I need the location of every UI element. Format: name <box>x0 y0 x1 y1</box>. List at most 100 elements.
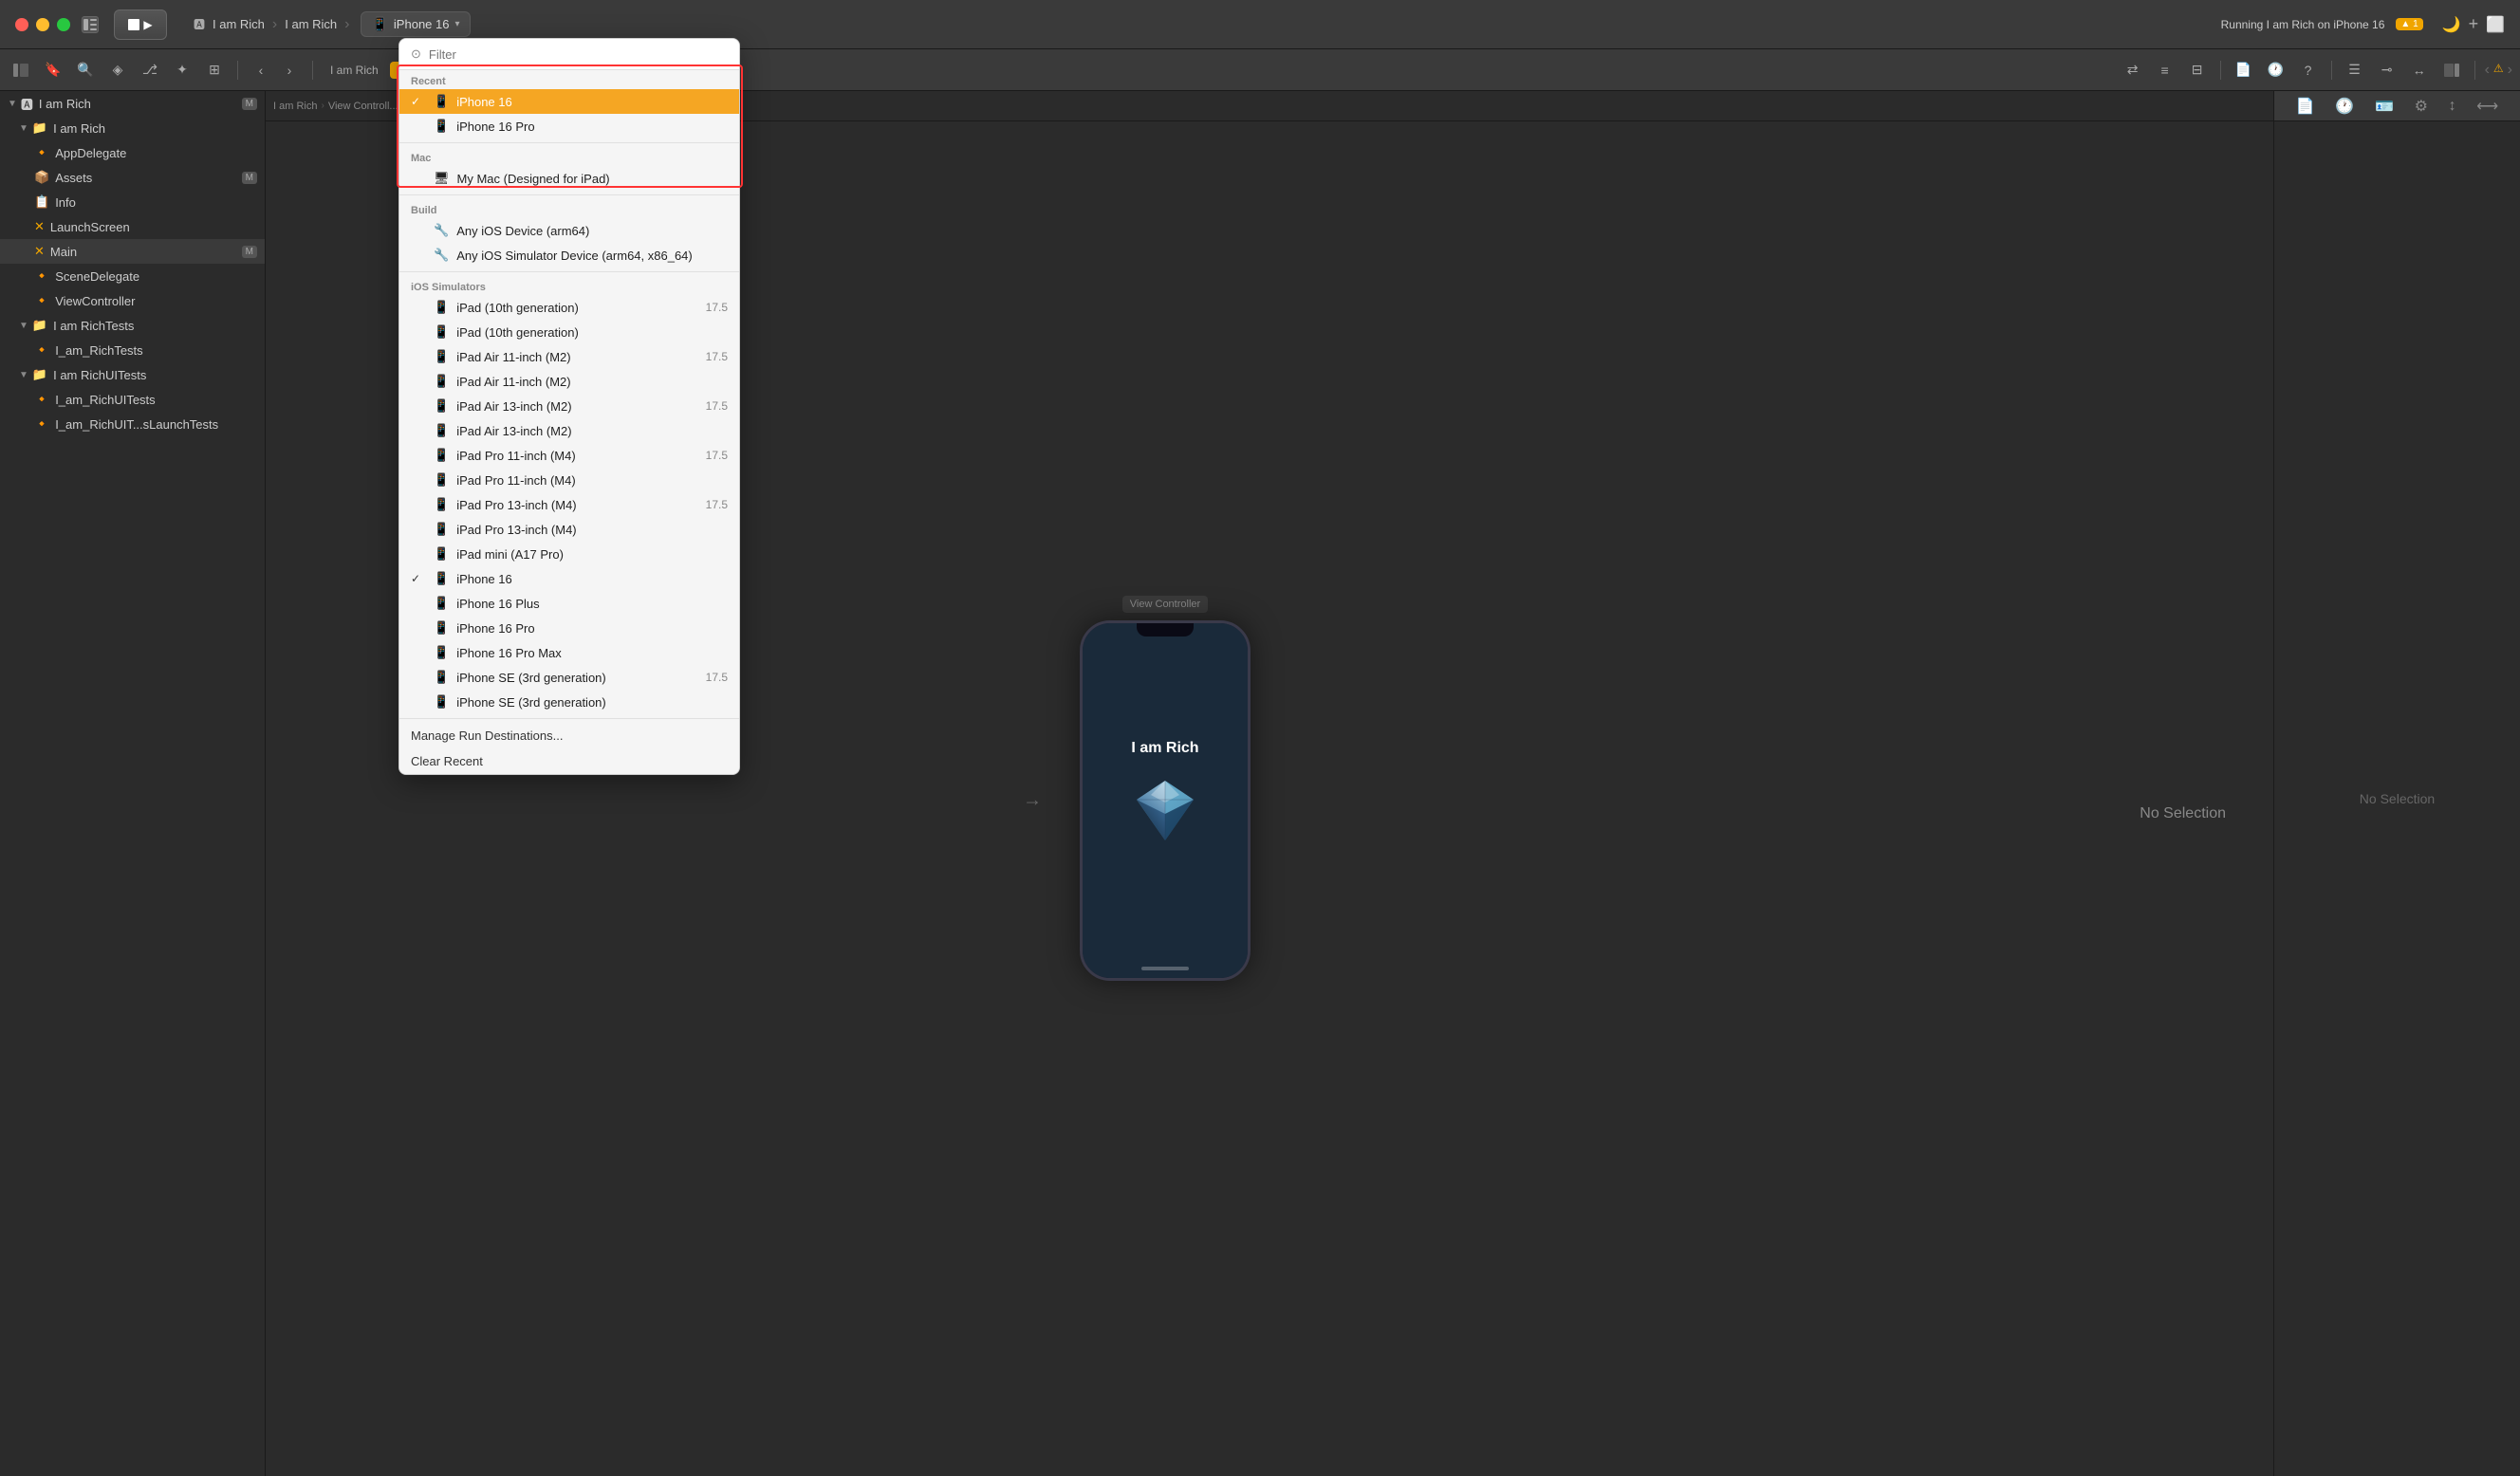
sidebar-toggle-button[interactable] <box>82 16 99 33</box>
phone-with-arrow: → I am Rich <box>1080 620 1251 981</box>
dropdown-item-iphone16-recent[interactable]: ✓ 📱 iPhone 16 <box>399 89 739 114</box>
dropdown-iphone16pro-sim[interactable]: 📱 iPhone 16 Pro <box>399 616 739 640</box>
inspector-size-icon[interactable]: ↕ <box>2449 98 2456 115</box>
dropdown-iphone16-sim[interactable]: ✓ 📱 iPhone 16 <box>399 566 739 591</box>
phone-app-title: I am Rich <box>1131 740 1198 757</box>
search-icon[interactable]: 🔍 <box>72 57 99 83</box>
sidebar-item-launch-tests[interactable]: 🔸 I_am_RichUIT...sLaunchTests <box>0 412 265 436</box>
warning-icon[interactable]: ⚠ <box>2493 62 2504 79</box>
sidebar-item-uitests-file[interactable]: 🔸 I_am_RichUITests <box>0 387 265 412</box>
grid-view-icon[interactable]: ≡ <box>2152 57 2178 83</box>
iphone16plus-icon: 📱 <box>434 596 449 611</box>
close-button[interactable] <box>15 18 28 31</box>
run-stop-button[interactable]: ▶ <box>114 9 167 40</box>
git-icon[interactable]: ⎇ <box>137 57 163 83</box>
sidebar-item-folder-uitests[interactable]: ▼ 📁 I am RichUITests <box>0 362 265 387</box>
mac-icon: 🖥 <box>434 171 450 186</box>
dropdown-iphonese-1[interactable]: 📱 iPhone SE (3rd generation) 17.5 <box>399 665 739 690</box>
inspector-quick-help-icon[interactable]: 🕐 <box>2335 97 2354 116</box>
iphone16-sim-icon: 📱 <box>434 571 449 586</box>
dropdown-ipadpro-13-m4-1[interactable]: 📱 iPad Pro 13-inch (M4) 17.5 <box>399 492 739 517</box>
align-icon[interactable]: ⊸ <box>2374 57 2400 83</box>
assets-badge: M <box>242 172 257 184</box>
app-icon-small: 🅰 <box>194 16 205 32</box>
recent-header: Recent <box>399 70 739 89</box>
list-icon[interactable]: ☰ <box>2342 57 2368 83</box>
sidebar-item-viewcontroller[interactable]: 🔸 ViewController <box>0 288 265 313</box>
dropdown-iphone16plus[interactable]: 📱 iPhone 16 Plus <box>399 591 739 616</box>
inspector-connections-icon[interactable]: ⟷ <box>2476 97 2498 116</box>
running-status-label: Running I am Rich on iPhone 16 <box>2221 18 2385 31</box>
dropdown-ipadpro-11-m4-2[interactable]: 📱 iPad Pro 11-inch (M4) <box>399 468 739 492</box>
divider-3 <box>399 271 739 272</box>
dropdown-ipadair-13-m2-1[interactable]: 📱 iPad Air 13-inch (M2) 17.5 <box>399 394 739 418</box>
tests-arrow: ▼ <box>19 321 28 331</box>
dropdown-ipadmini-a17[interactable]: 📱 iPad mini (A17 Pro) <box>399 542 739 566</box>
dropdown-iphonese-2[interactable]: 📱 iPhone SE (3rd generation) <box>399 690 739 714</box>
hierarchy-icon[interactable]: ⊞ <box>201 57 228 83</box>
dropdown-ipadair-11-m2-1[interactable]: 📱 iPad Air 11-inch (M2) 17.5 <box>399 344 739 369</box>
editor-tab-iamrich[interactable]: I am Rich <box>273 101 317 112</box>
dropdown-ipad-10-1[interactable]: 📱 iPad (10th generation) 17.5 <box>399 295 739 320</box>
dropdown-item-any-ios[interactable]: 🔧 Any iOS Device (arm64) <box>399 218 739 243</box>
filter-input[interactable] <box>429 47 728 62</box>
inspector-identity-icon[interactable]: 🪪 <box>2375 97 2394 116</box>
split-view-icon[interactable]: ⊟ <box>2184 57 2211 83</box>
bookmark-icon[interactable]: 🔖 <box>40 57 66 83</box>
hide-inspector-icon[interactable] <box>2438 57 2465 83</box>
night-mode-icon[interactable]: 🌙 <box>2442 15 2461 34</box>
dropdown-item-mymac[interactable]: 🖥 My Mac (Designed for iPad) <box>399 166 739 191</box>
sidebar-item-assets[interactable]: 📦 Assets M <box>0 165 265 190</box>
dropdown-ipadpro-13-m4-2[interactable]: 📱 iPad Pro 13-inch (M4) <box>399 517 739 542</box>
sidebar-item-info[interactable]: 📋 Info <box>0 190 265 214</box>
window-icon[interactable]: ⬜ <box>2486 15 2505 34</box>
next-issue-button[interactable]: › <box>2508 62 2512 79</box>
filter-icon[interactable]: ◈ <box>104 57 131 83</box>
layout-icon[interactable]: ⇄ <box>2120 57 2146 83</box>
maximize-button[interactable] <box>57 18 70 31</box>
add-button[interactable]: + <box>2469 14 2479 34</box>
tab-i-am-rich[interactable]: I am Rich <box>323 62 386 79</box>
sidebar-item-tests-file[interactable]: 🔸 I_am_RichTests <box>0 338 265 362</box>
dropdown-ipadair-13-m2-2[interactable]: 📱 iPad Air 13-inch (M2) <box>399 418 739 443</box>
dropdown-ipadpro-11-m4-1[interactable]: 📱 iPad Pro 11-inch (M4) 17.5 <box>399 443 739 468</box>
sidebar-item-appdelegate[interactable]: 🔸 AppDelegate <box>0 140 265 165</box>
dropdown-iphone16promax[interactable]: 📱 iPhone 16 Pro Max <box>399 640 739 665</box>
clear-recent-label: Clear Recent <box>411 754 483 768</box>
inspector-no-selection: No Selection <box>2360 791 2435 806</box>
hide-sidebar-icon[interactable] <box>8 57 34 83</box>
help-icon[interactable]: ? <box>2295 57 2322 83</box>
inspector-attributes-icon[interactable]: ⚙ <box>2415 97 2428 116</box>
ipad-icon-5: 📱 <box>434 398 449 414</box>
sidebar-item-folder-tests[interactable]: ▼ 📁 I am RichTests <box>0 313 265 338</box>
dropdown-ipad-10-2[interactable]: 📱 iPad (10th generation) <box>399 320 739 344</box>
prev-issue-button[interactable]: ‹ <box>2485 62 2490 79</box>
clock-icon[interactable]: 🕐 <box>2263 57 2289 83</box>
device-selector[interactable]: 📱 iPhone 16 ▾ <box>361 11 470 37</box>
tests-folder-label: I am RichTests <box>53 319 134 333</box>
nav-back-button[interactable]: ‹ <box>248 57 274 83</box>
scenedelegate-label: SceneDelegate <box>55 269 139 284</box>
new-file-icon[interactable]: 📄 <box>2231 57 2257 83</box>
warning-badge[interactable]: ▲ 1 <box>2396 18 2422 30</box>
manage-run-destinations-action[interactable]: Manage Run Destinations... <box>399 723 739 748</box>
dropdown-item-any-simulator[interactable]: 🔧 Any iOS Simulator Device (arm64, x86_6… <box>399 243 739 268</box>
sidebar-item-launchscreen[interactable]: ✕ LaunchScreen <box>0 214 265 239</box>
symbol-icon[interactable]: ✦ <box>169 57 195 83</box>
info-label: Info <box>55 195 76 210</box>
project-breadcrumb[interactable]: I am Rich <box>213 17 265 31</box>
inspector-file-icon[interactable]: 📄 <box>2296 97 2315 116</box>
uitests-file-label: I_am_RichUITests <box>55 393 155 407</box>
editor-tab-viewcontroller[interactable]: View Controll... <box>328 101 398 112</box>
clear-recent-action[interactable]: Clear Recent <box>399 748 739 774</box>
minimize-button[interactable] <box>36 18 49 31</box>
ruler-icon[interactable]: ↔ <box>2406 57 2433 83</box>
dropdown-item-iphone16pro-recent[interactable]: 📱 iPhone 16 Pro <box>399 114 739 138</box>
sidebar-item-main[interactable]: ✕ Main M <box>0 239 265 264</box>
sidebar-item-folder-main[interactable]: ▼ 📁 I am Rich <box>0 116 265 140</box>
sidebar-item-scenedelegate[interactable]: 🔸 SceneDelegate <box>0 264 265 288</box>
dropdown-ipadair-11-m2-2[interactable]: 📱 iPad Air 11-inch (M2) <box>399 369 739 394</box>
traffic-lights <box>15 18 70 31</box>
sidebar-item-project[interactable]: ▼ 🅰 I am Rich M <box>0 91 265 116</box>
nav-forward-button[interactable]: › <box>276 57 303 83</box>
